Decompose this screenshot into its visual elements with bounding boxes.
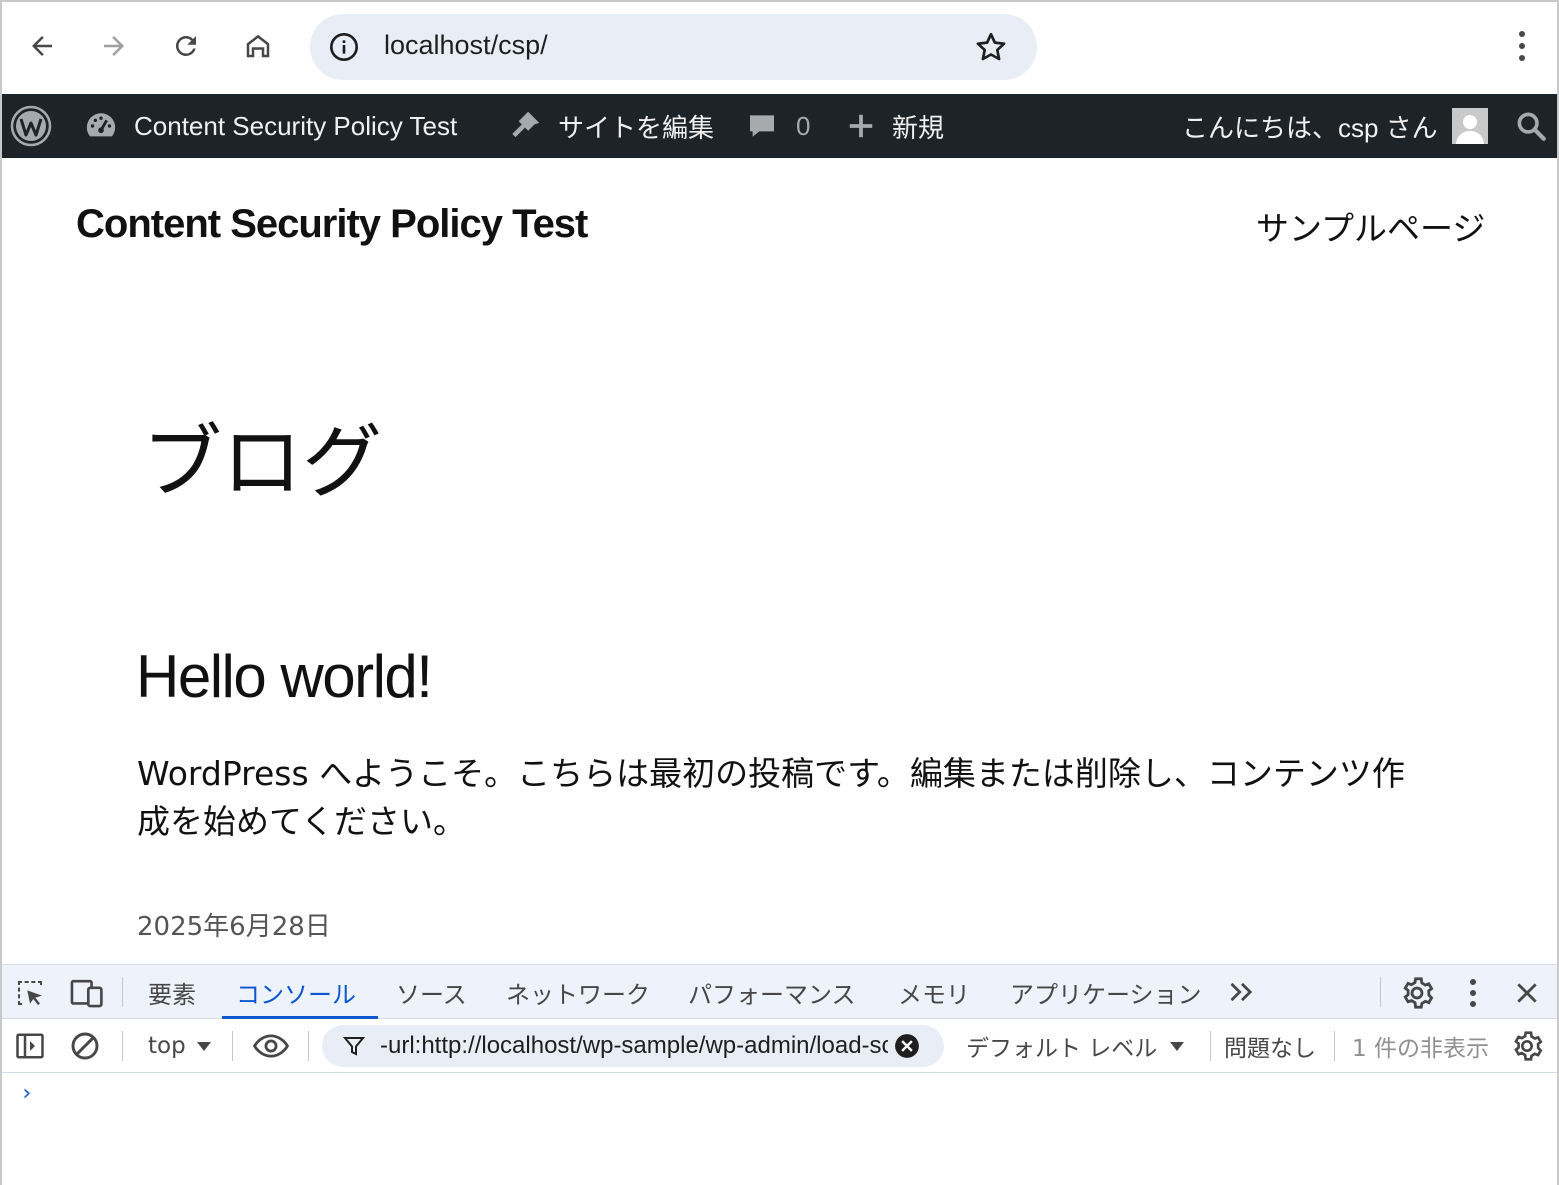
- context-label: top: [148, 1033, 186, 1059]
- site-title[interactable]: Content Security Policy Test: [76, 202, 588, 247]
- log-level-dropdown[interactable]: デフォルト レベル: [966, 1019, 1185, 1073]
- back-icon[interactable]: [22, 26, 62, 66]
- brush-icon: [506, 107, 544, 145]
- post-title[interactable]: Hello world!: [136, 642, 433, 711]
- avatar: [1451, 108, 1488, 144]
- plus-icon: [846, 111, 876, 141]
- tab-memory[interactable]: メモリ: [898, 965, 970, 1019]
- tab-application[interactable]: アプリケーション: [1010, 965, 1202, 1019]
- clear-console-icon[interactable]: [66, 1027, 104, 1065]
- admin-bar-site-link[interactable]: Content Security Policy Test: [84, 94, 457, 158]
- separator: [122, 977, 123, 1007]
- issues-button[interactable]: 問題なし: [1224, 1019, 1316, 1073]
- new-content-link[interactable]: 新規: [846, 94, 944, 158]
- separator: [1380, 977, 1381, 1007]
- console-toolbar: top -url:http://localhost/wp-sample/wp-a…: [2, 1019, 1557, 1073]
- settings-gear-icon[interactable]: [1398, 974, 1436, 1012]
- address-bar[interactable]: localhost/csp/: [310, 14, 1037, 80]
- more-menu-icon[interactable]: [1502, 26, 1542, 66]
- dropdown-arrow-icon: [196, 1042, 211, 1051]
- console-settings-gear-icon[interactable]: [1508, 1027, 1546, 1065]
- tab-performance[interactable]: パフォーマンス: [688, 965, 856, 1019]
- comment-icon: [746, 110, 778, 142]
- comments-count: 0: [796, 110, 811, 141]
- more-tabs-icon[interactable]: [1224, 977, 1260, 1007]
- separator: [232, 1031, 233, 1061]
- hidden-messages-count: 1 件の非表示: [1352, 1036, 1489, 1062]
- edit-site-link[interactable]: サイトを編集: [506, 94, 714, 158]
- separator: [1210, 1031, 1211, 1061]
- forward-icon[interactable]: [94, 26, 134, 66]
- wordpress-logo-icon[interactable]: [10, 94, 52, 158]
- dropdown-arrow-icon: [1170, 1042, 1185, 1051]
- url-text: localhost/csp/: [384, 30, 548, 60]
- console-filter-input[interactable]: -url:http://localhost/wp-sample/wp-admin…: [322, 1025, 944, 1067]
- filter-text: -url:http://localhost/wp-sample/wp-admin…: [380, 1032, 888, 1059]
- separator: [308, 1031, 309, 1061]
- post-date: 2025年6月28日: [137, 912, 331, 942]
- edit-site-label: サイトを編集: [558, 112, 715, 143]
- console-prompt[interactable]: ›: [20, 1081, 33, 1106]
- tab-elements[interactable]: 要素: [148, 965, 196, 1019]
- device-toolbar-icon[interactable]: [68, 975, 106, 1011]
- close-icon[interactable]: [1508, 974, 1546, 1012]
- tab-network[interactable]: ネットワーク: [506, 965, 650, 1019]
- devtools-menu-icon[interactable]: [1454, 974, 1492, 1012]
- site-info-icon[interactable]: [328, 31, 360, 63]
- tab-console[interactable]: コンソール: [222, 965, 378, 1019]
- greeting-text: こんにちは、csp さん: [1182, 112, 1438, 143]
- my-account-link[interactable]: こんにちは、csp さん: [1182, 94, 1488, 158]
- separator: [122, 1031, 123, 1061]
- admin-bar-site-name: Content Security Policy Test: [134, 110, 458, 141]
- home-icon[interactable]: [238, 26, 278, 66]
- context-selector[interactable]: top: [148, 1019, 212, 1073]
- tab-sources[interactable]: ソース: [396, 965, 467, 1019]
- dashboard-icon: [84, 109, 118, 143]
- sidebar-toggle-icon[interactable]: [12, 1027, 48, 1065]
- bookmark-star-icon[interactable]: [973, 29, 1009, 65]
- nav-item-sample-page[interactable]: サンプルページ: [1256, 202, 1485, 250]
- filter-funnel-icon: [342, 1037, 366, 1056]
- comments-link[interactable]: 0: [746, 94, 810, 158]
- live-expression-eye-icon[interactable]: [250, 1027, 292, 1065]
- new-label: 新規: [892, 112, 945, 143]
- reload-icon[interactable]: [166, 26, 206, 66]
- search-icon[interactable]: [1514, 94, 1548, 158]
- wp-admin-bar: Content Security Policy Test サイトを編集 0 新規…: [2, 94, 1557, 158]
- post-excerpt: WordPress へようこそ。こちらは最初の投稿です。編集または削除し、コンテ…: [137, 754, 1405, 841]
- clear-filter-icon[interactable]: [894, 1033, 920, 1059]
- page-heading: ブログ: [142, 416, 382, 509]
- inspect-element-icon[interactable]: [12, 975, 48, 1011]
- separator: [1334, 1031, 1335, 1061]
- log-level-label: デフォルト レベル: [966, 1036, 1158, 1062]
- browser-toolbar: localhost/csp/: [2, 2, 1557, 92]
- devtools-tab-bar: 要素 コンソール ソース ネットワーク パフォーマンス メモリ アプリケーション: [2, 965, 1557, 1019]
- devtools-panel: 要素 コンソール ソース ネットワーク パフォーマンス メモリ アプリケーション: [2, 964, 1557, 1185]
